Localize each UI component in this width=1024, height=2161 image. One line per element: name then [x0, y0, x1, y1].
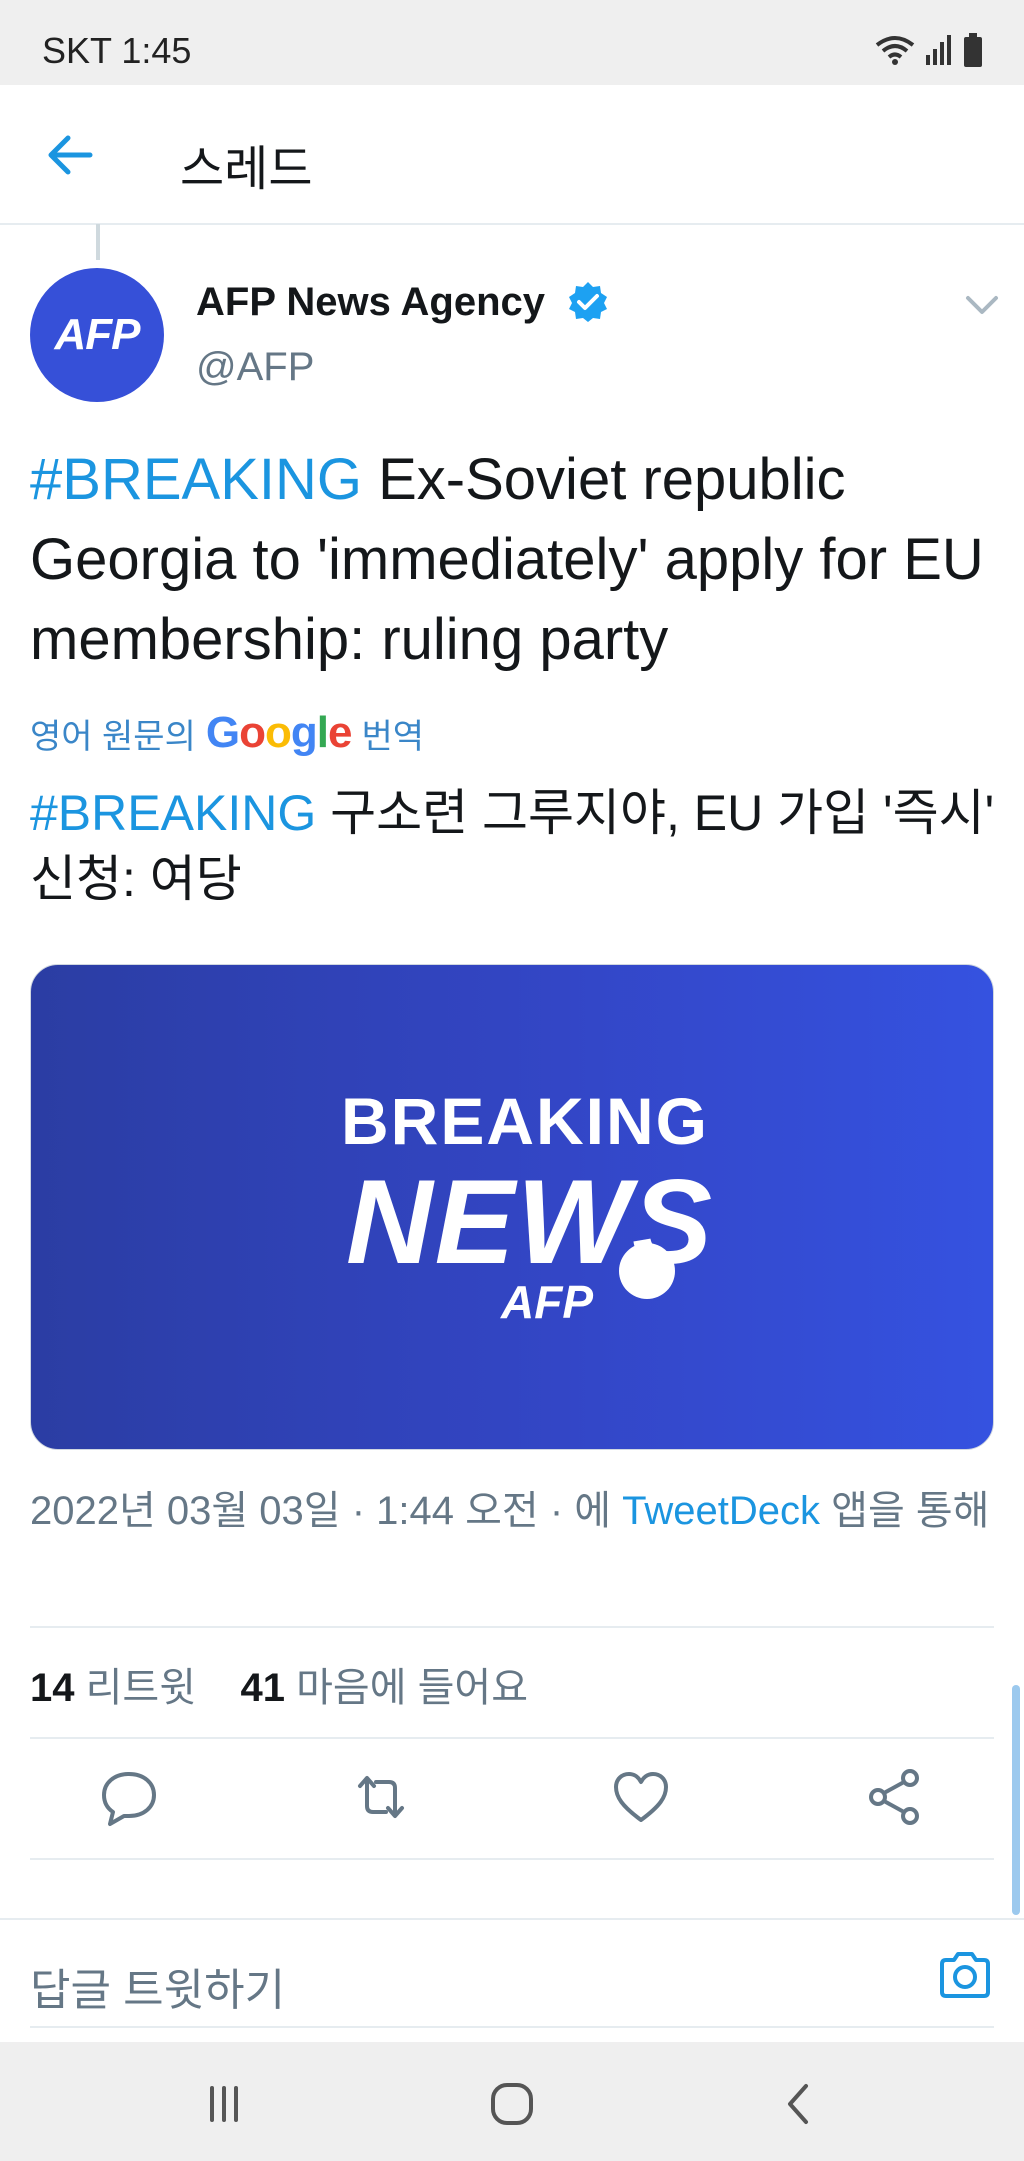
retweet-icon[interactable] [350, 1766, 412, 1828]
reply-bar: 답글 트윗하기 [0, 1918, 1024, 2030]
media-brand: AFP [501, 1276, 593, 1328]
source-app-link[interactable]: TweetDeck [622, 1489, 820, 1533]
page-title: 스레드 [180, 143, 313, 196]
avatar-text: AFP [54, 310, 141, 359]
hashtag-link[interactable]: #BREAKING [30, 447, 362, 512]
retweet-count[interactable]: 14 [30, 1666, 75, 1710]
timestamp-suffix: 앱을 통해 [820, 1489, 990, 1533]
reply-icon[interactable] [98, 1766, 160, 1828]
app-header: 스레드 [0, 85, 1024, 225]
tweet-text: #BREAKING Ex-Soviet republic Georgia to … [30, 440, 990, 680]
reply-underline [30, 2026, 994, 2028]
chevron-down-icon[interactable] [962, 290, 1002, 320]
divider [30, 1858, 994, 1860]
battery-icon [964, 33, 982, 67]
status-icons [874, 30, 984, 70]
author-name[interactable]: AFP News Agency [196, 280, 545, 325]
tweet-timestamp: 2022년 03월 03일 · 1:44 오전 · 에 TweetDeck 앱을… [30, 1482, 1010, 1540]
recent-apps-icon[interactable] [198, 2078, 250, 2130]
translate-attribution: 영어 원문의 Google 번역 [30, 708, 424, 758]
back-icon[interactable] [774, 2078, 826, 2130]
reply-input[interactable]: 답글 트윗하기 [30, 1954, 285, 2018]
media-line-breaking: BREAKING [341, 1084, 710, 1158]
scrollbar[interactable] [1012, 1685, 1020, 1915]
verified-badge-icon [569, 282, 607, 322]
divider [30, 1737, 994, 1739]
like-label[interactable]: 마음에 들어요 [296, 1666, 528, 1710]
tweet-stats: 14 리트윗 41 마음에 들어요 [30, 1655, 528, 1713]
translated-hashtag-link[interactable]: #BREAKING [30, 785, 316, 841]
translate-suffix: 번역 [361, 717, 425, 756]
like-count[interactable]: 41 [240, 1666, 285, 1710]
google-logo: Google [205, 708, 353, 757]
share-icon[interactable] [864, 1766, 926, 1828]
thread-connector [96, 224, 100, 260]
timestamp-text: 2022년 03월 03일 · 1:44 오전 · 에 [30, 1489, 623, 1533]
divider [30, 1626, 994, 1628]
author-handle[interactable]: @AFP [196, 345, 314, 390]
wifi-icon [875, 36, 915, 65]
signal-icon [926, 35, 951, 65]
avatar[interactable]: AFP [30, 268, 164, 402]
arrow-left-icon[interactable] [40, 125, 100, 185]
media-dot [619, 1243, 675, 1299]
translated-text: #BREAKING 구소련 그루지야, EU 가입 '즉시' 신청: 여당 [30, 780, 1000, 912]
tweet-media-image[interactable]: BREAKING NEWS AFP [30, 964, 994, 1450]
like-icon[interactable] [610, 1766, 672, 1828]
retweet-label[interactable]: 리트윗 [86, 1666, 196, 1710]
system-nav-bar [0, 2042, 1024, 2161]
translate-prefix: 영어 원문의 [30, 717, 196, 756]
status-time: SKT 1:45 [42, 30, 192, 71]
camera-icon[interactable] [936, 1946, 994, 2004]
status-bar: SKT 1:45 [0, 0, 1024, 85]
tweet-actions [30, 1740, 994, 1858]
home-icon[interactable] [486, 2078, 538, 2130]
